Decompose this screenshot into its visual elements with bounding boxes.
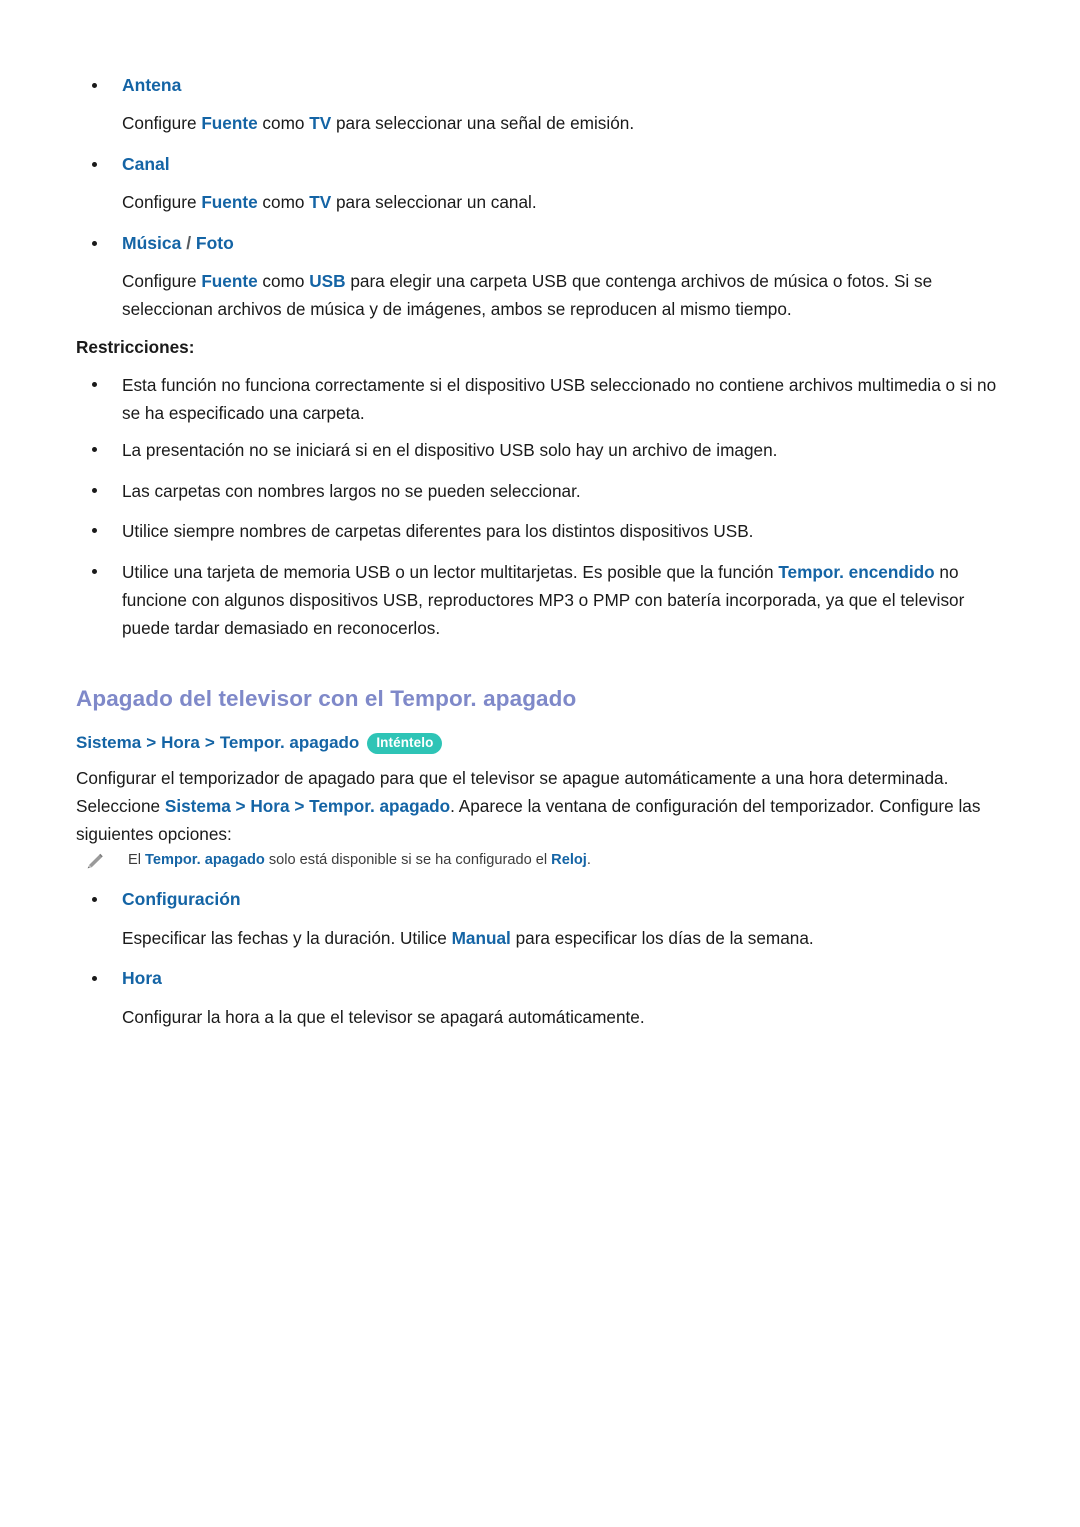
keyword-tempor-apagado: Tempor. apagado	[309, 795, 451, 816]
restriction-text: Las carpetas con nombres largos no se pu…	[122, 481, 581, 501]
description-hora: Configurar la hora a la que el televisor…	[122, 1007, 645, 1027]
bullet-dot-icon	[92, 161, 97, 167]
restriction-text: La presentación no se iniciará si en el …	[122, 440, 778, 460]
restriction-item-2: La presentación no se iniciará si en el …	[76, 437, 1016, 465]
bullet-dot-icon	[92, 381, 97, 387]
pencil-icon	[84, 851, 106, 873]
try-it-badge[interactable]: Inténtelo	[367, 733, 443, 754]
bullet-dot-icon	[92, 896, 97, 902]
note-text: El Tempor. apagado solo está disponible …	[128, 850, 591, 872]
keyword-fuente: Fuente	[201, 113, 258, 133]
note-part1: El	[128, 852, 146, 868]
desc-config-part2: para especificar los días de la semana.	[510, 928, 814, 948]
desc-canal-part3: para seleccionar un canal.	[331, 192, 537, 212]
breadcrumb: Sistema > Hora > Tempor. apagado Inténte…	[76, 733, 443, 754]
term-configuracion: Configuración	[122, 889, 241, 909]
keyword-hora: Hora	[250, 795, 290, 816]
bullet-dot-icon	[92, 487, 97, 493]
term-musica-foto: Música / Foto	[122, 232, 1016, 256]
bullet-dot-icon	[92, 240, 97, 246]
term-antena: Antena	[122, 75, 182, 95]
keyword-tv: TV	[309, 192, 332, 212]
bullet-dot-icon	[92, 975, 97, 981]
keyword-tempor-apagado: Tempor. apagado	[145, 852, 265, 868]
keyword-tempor-encendido: Tempor. encendido	[778, 562, 935, 582]
restriction-text: Utilice siempre nombres de carpetas dife…	[122, 521, 754, 541]
breadcrumb-separator-icon: >	[204, 733, 215, 753]
section-heading: Apagado del televisor con el Tempor. apa…	[76, 686, 577, 711]
restriction-item-3: Las carpetas con nombres largos no se pu…	[76, 478, 1016, 506]
note-part2: solo está disponible si se ha configurad…	[264, 852, 552, 868]
desc-antena-part1: Configure	[122, 113, 202, 133]
intro-arrow-1: >	[230, 795, 251, 816]
restriction-text: Esta función no funciona correctamente s…	[122, 375, 997, 423]
desc-antena-part3: para seleccionar una señal de emisión.	[331, 113, 635, 133]
breadcrumb-item-hora[interactable]: Hora	[161, 733, 200, 753]
term-hora: Hora	[122, 968, 162, 988]
bullet-dot-icon	[92, 82, 97, 88]
term-musica: Música	[122, 233, 182, 253]
keyword-tv: TV	[309, 113, 332, 133]
note-part3: .	[586, 852, 591, 868]
bullet-dot-icon	[92, 568, 97, 574]
keyword-reloj: Reloj	[551, 852, 587, 868]
breadcrumb-item-tempor-apagado[interactable]: Tempor. apagado	[220, 733, 360, 753]
keyword-fuente: Fuente	[201, 271, 258, 291]
restriction-item-4: Utilice siempre nombres de carpetas dife…	[76, 518, 1016, 546]
desc-canal-part2: como	[257, 192, 310, 212]
keyword-usb: USB	[309, 271, 346, 291]
list-item-antena: Antena	[76, 74, 1016, 98]
restriction-item-5: Utilice una tarjeta de memoria USB o un …	[76, 559, 1016, 643]
term-foto: Foto	[195, 233, 234, 253]
list-item-hora: Hora	[76, 967, 1016, 991]
term-separator: /	[181, 233, 196, 253]
section-intro-paragraph: Configurar el temporizador de apagado pa…	[76, 765, 1014, 849]
desc-antena-part2: como	[257, 113, 310, 133]
bullet-dot-icon	[92, 527, 97, 533]
term-canal: Canal	[122, 154, 170, 174]
restriction-text: Utilice una tarjeta de memoria USB o un …	[122, 559, 1016, 643]
restriction-5-part1: Utilice una tarjeta de memoria USB o un …	[122, 562, 779, 582]
description-antena: Configure Fuente como TV para selecciona…	[122, 110, 1012, 138]
note-row: El Tempor. apagado solo está disponible …	[76, 850, 1016, 873]
list-item-canal: Canal	[76, 153, 1016, 177]
keyword-sistema: Sistema	[164, 795, 231, 816]
keyword-fuente: Fuente	[201, 192, 258, 212]
desc-canal-part1: Configure	[122, 192, 202, 212]
desc-config-part1: Especificar las fechas y la duración. Ut…	[122, 928, 452, 948]
document-page: Antena Configure Fuente como TV para sel…	[0, 0, 1080, 1527]
intro-arrow-2: >	[289, 795, 310, 816]
list-item-musica-foto: Música / Foto	[76, 232, 1016, 256]
keyword-manual: Manual	[451, 928, 511, 948]
description-musica-foto: Configure Fuente como USB para elegir un…	[122, 268, 1012, 324]
description-configuracion: Especificar las fechas y la duración. Ut…	[122, 925, 1012, 953]
breadcrumb-separator-icon: >	[146, 733, 157, 753]
list-item-configuracion: Configuración	[76, 888, 1016, 912]
desc-musica-part2: como	[257, 271, 310, 291]
restriction-item-1: Esta función no funciona correctamente s…	[76, 372, 1016, 428]
breadcrumb-item-sistema[interactable]: Sistema	[76, 733, 141, 753]
desc-musica-part1: Configure	[122, 271, 202, 291]
restrictions-title: Restricciones:	[76, 337, 195, 357]
description-canal: Configure Fuente como TV para selecciona…	[122, 189, 1012, 217]
bullet-dot-icon	[92, 446, 97, 452]
